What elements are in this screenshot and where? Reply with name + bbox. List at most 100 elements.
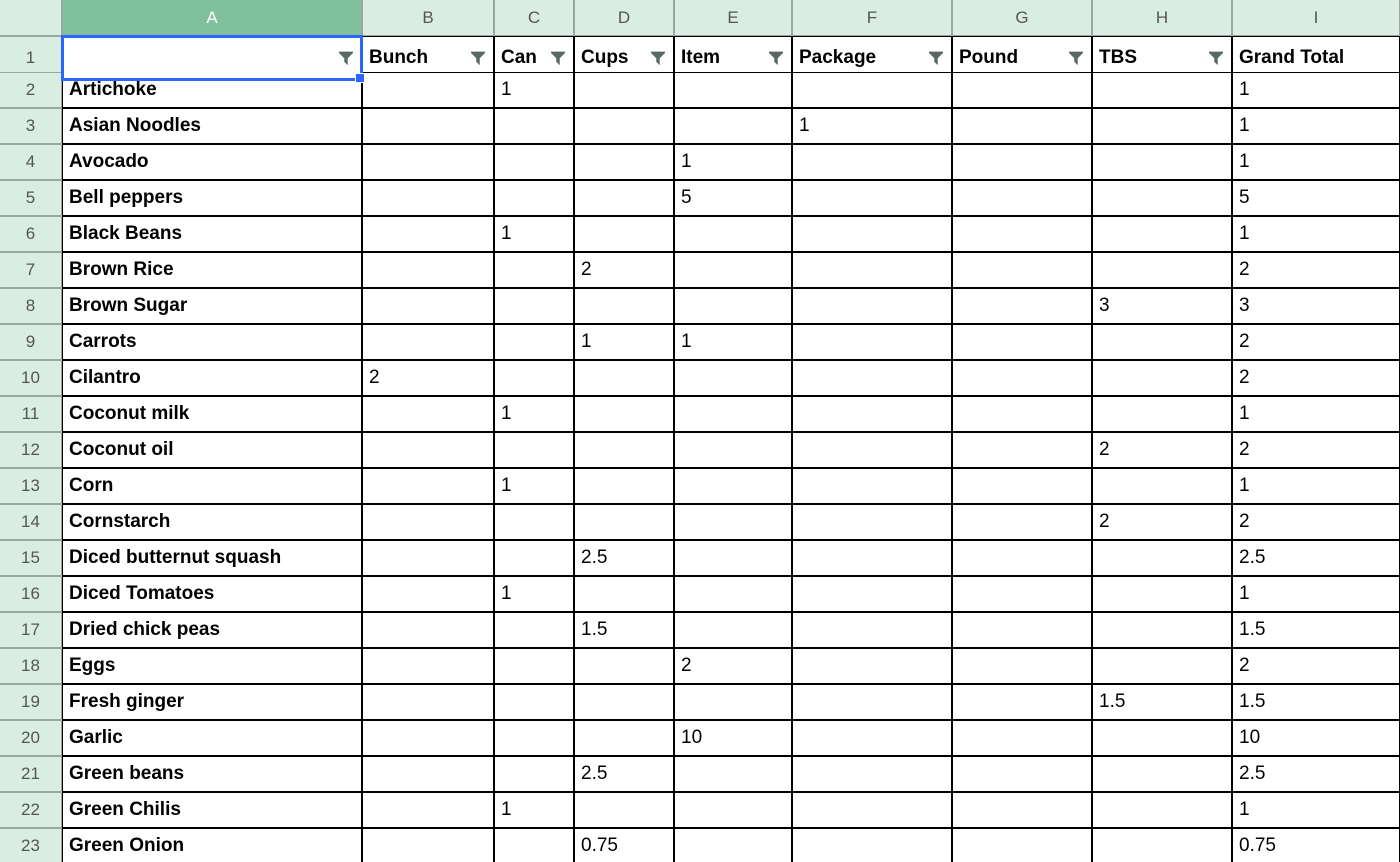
cell-G21[interactable]: [952, 756, 1092, 792]
filter-icon[interactable]: [767, 49, 785, 67]
row-header-18[interactable]: 18: [0, 648, 62, 684]
cell-B16[interactable]: [362, 576, 494, 612]
cell-G3[interactable]: [952, 108, 1092, 144]
cell-A6[interactable]: Black Beans: [62, 216, 362, 252]
cell-G16[interactable]: [952, 576, 1092, 612]
row-header-9[interactable]: 9: [0, 324, 62, 360]
cell-E23[interactable]: [674, 828, 792, 862]
cell-F21[interactable]: [792, 756, 952, 792]
cell-C14[interactable]: [494, 504, 574, 540]
cell-A21[interactable]: Green beans: [62, 756, 362, 792]
cell-G11[interactable]: [952, 396, 1092, 432]
cell-F14[interactable]: [792, 504, 952, 540]
cell-E20[interactable]: 10: [674, 720, 792, 756]
cell-A8[interactable]: Brown Sugar: [62, 288, 362, 324]
cell-C7[interactable]: [494, 252, 574, 288]
cell-E21[interactable]: [674, 756, 792, 792]
cell-E13[interactable]: [674, 468, 792, 504]
spreadsheet-grid[interactable]: ABCDEFGHI1BunchCanCupsItemPackagePoundTB…: [0, 0, 1400, 862]
cell-A1[interactable]: [62, 36, 362, 80]
cell-B3[interactable]: [362, 108, 494, 144]
cell-A20[interactable]: Garlic: [62, 720, 362, 756]
row-header-23[interactable]: 23: [0, 828, 62, 862]
cell-E3[interactable]: [674, 108, 792, 144]
cell-D9[interactable]: 1: [574, 324, 674, 360]
cell-D23[interactable]: 0.75: [574, 828, 674, 862]
cell-A12[interactable]: Coconut oil: [62, 432, 362, 468]
cell-I13[interactable]: 1: [1232, 468, 1400, 504]
cell-A5[interactable]: Bell peppers: [62, 180, 362, 216]
cell-G10[interactable]: [952, 360, 1092, 396]
filter-icon[interactable]: [337, 49, 355, 67]
cell-B5[interactable]: [362, 180, 494, 216]
cell-D22[interactable]: [574, 792, 674, 828]
cell-C2[interactable]: 1: [494, 72, 574, 108]
select-all-corner[interactable]: [0, 0, 62, 36]
cell-E5[interactable]: 5: [674, 180, 792, 216]
cell-C3[interactable]: [494, 108, 574, 144]
row-header-14[interactable]: 14: [0, 504, 62, 540]
cell-D15[interactable]: 2.5: [574, 540, 674, 576]
cell-B8[interactable]: [362, 288, 494, 324]
cell-I23[interactable]: 0.75: [1232, 828, 1400, 862]
cell-G8[interactable]: [952, 288, 1092, 324]
cell-F23[interactable]: [792, 828, 952, 862]
cell-F18[interactable]: [792, 648, 952, 684]
row-header-8[interactable]: 8: [0, 288, 62, 324]
row-header-17[interactable]: 17: [0, 612, 62, 648]
cell-G9[interactable]: [952, 324, 1092, 360]
filter-icon[interactable]: [1207, 49, 1225, 67]
cell-A15[interactable]: Diced butternut squash: [62, 540, 362, 576]
cell-H15[interactable]: [1092, 540, 1232, 576]
cell-H14[interactable]: 2: [1092, 504, 1232, 540]
cell-C4[interactable]: [494, 144, 574, 180]
column-header-C[interactable]: C: [494, 0, 574, 36]
cell-C18[interactable]: [494, 648, 574, 684]
cell-H7[interactable]: [1092, 252, 1232, 288]
cell-G19[interactable]: [952, 684, 1092, 720]
cell-C11[interactable]: 1: [494, 396, 574, 432]
cell-B10[interactable]: 2: [362, 360, 494, 396]
row-header-7[interactable]: 7: [0, 252, 62, 288]
cell-E2[interactable]: [674, 72, 792, 108]
cell-C20[interactable]: [494, 720, 574, 756]
row-header-19[interactable]: 19: [0, 684, 62, 720]
cell-H19[interactable]: 1.5: [1092, 684, 1232, 720]
cell-F22[interactable]: [792, 792, 952, 828]
cell-H3[interactable]: [1092, 108, 1232, 144]
filter-icon[interactable]: [649, 49, 667, 67]
row-header-3[interactable]: 3: [0, 108, 62, 144]
cell-D4[interactable]: [574, 144, 674, 180]
cell-I8[interactable]: 3: [1232, 288, 1400, 324]
cell-A13[interactable]: Corn: [62, 468, 362, 504]
cell-I16[interactable]: 1: [1232, 576, 1400, 612]
cell-F9[interactable]: [792, 324, 952, 360]
cell-C22[interactable]: 1: [494, 792, 574, 828]
cell-A17[interactable]: Dried chick peas: [62, 612, 362, 648]
cell-H10[interactable]: [1092, 360, 1232, 396]
cell-B18[interactable]: [362, 648, 494, 684]
cell-B2[interactable]: [362, 72, 494, 108]
filter-icon[interactable]: [927, 49, 945, 67]
cell-F12[interactable]: [792, 432, 952, 468]
row-header-12[interactable]: 12: [0, 432, 62, 468]
cell-C13[interactable]: 1: [494, 468, 574, 504]
cell-E7[interactable]: [674, 252, 792, 288]
filter-icon[interactable]: [549, 49, 567, 67]
cell-B7[interactable]: [362, 252, 494, 288]
cell-G17[interactable]: [952, 612, 1092, 648]
filter-icon[interactable]: [469, 49, 487, 67]
cell-E15[interactable]: [674, 540, 792, 576]
cell-I22[interactable]: 1: [1232, 792, 1400, 828]
cell-B13[interactable]: [362, 468, 494, 504]
cell-A23[interactable]: Green Onion: [62, 828, 362, 862]
cell-A7[interactable]: Brown Rice: [62, 252, 362, 288]
row-header-16[interactable]: 16: [0, 576, 62, 612]
cell-I5[interactable]: 5: [1232, 180, 1400, 216]
cell-E14[interactable]: [674, 504, 792, 540]
cell-D13[interactable]: [574, 468, 674, 504]
cell-D10[interactable]: [574, 360, 674, 396]
cell-D11[interactable]: [574, 396, 674, 432]
cell-H16[interactable]: [1092, 576, 1232, 612]
cell-D7[interactable]: 2: [574, 252, 674, 288]
